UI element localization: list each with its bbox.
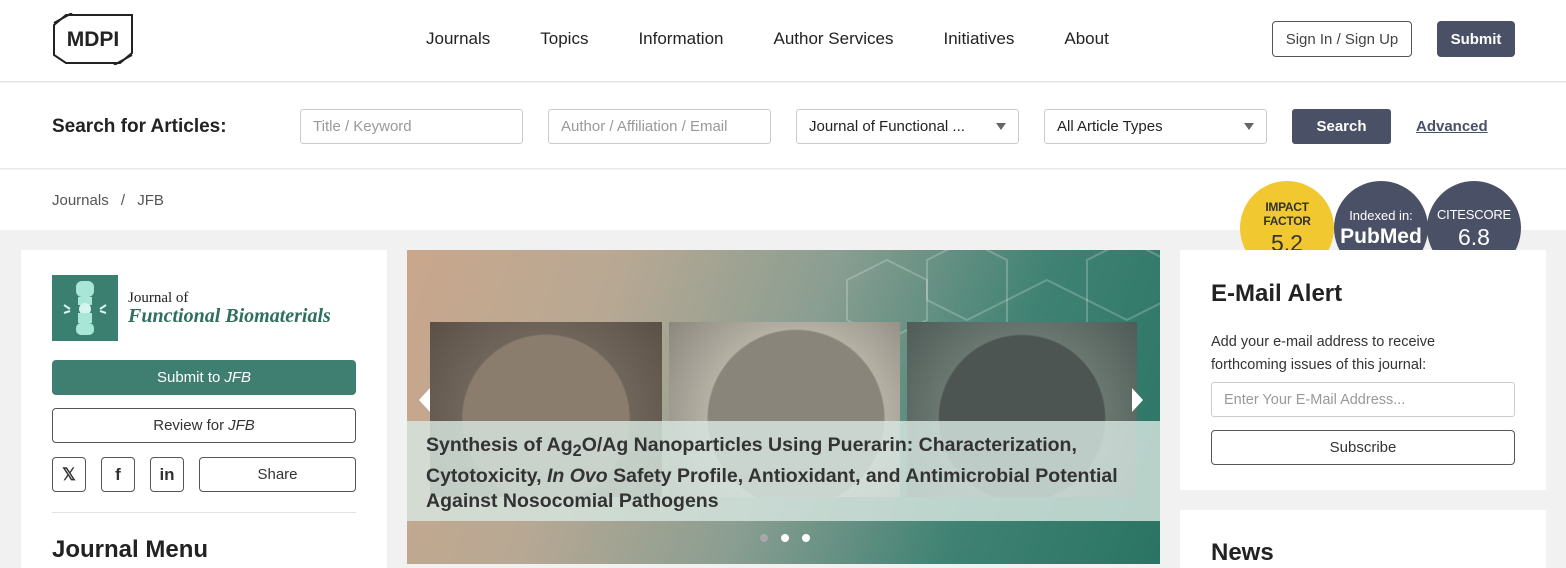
- review-for-jfb-button[interactable]: Review for JFB: [52, 408, 356, 443]
- submit-button[interactable]: Submit: [1437, 21, 1515, 57]
- impact-label-line1: IMPACT: [1265, 200, 1309, 214]
- indexed-value: PubMed: [1340, 224, 1422, 248]
- email-alert-title: E-Mail Alert: [1211, 280, 1343, 307]
- search-button[interactable]: Search: [1292, 109, 1391, 144]
- sign-in-button[interactable]: Sign In / Sign Up: [1272, 21, 1412, 57]
- nav-author-services[interactable]: Author Services: [774, 29, 894, 49]
- breadcrumb-journals[interactable]: Journals: [52, 192, 109, 209]
- linkedin-share-button[interactable]: in: [150, 457, 184, 492]
- review-for-label: Review for: [153, 417, 225, 434]
- news-title: News: [1211, 539, 1274, 566]
- carousel-dot[interactable]: [781, 534, 789, 542]
- nav-initiatives[interactable]: Initiatives: [944, 29, 1015, 49]
- carousel-dot[interactable]: [802, 534, 810, 542]
- breadcrumb-jfb[interactable]: JFB: [137, 192, 164, 209]
- slide-title: Synthesis of Ag2O/Ag Nanoparticles Using…: [426, 434, 1118, 512]
- x-icon: 𝕏: [62, 464, 76, 484]
- journal-abbr: JFB: [224, 369, 252, 386]
- email-input[interactable]: Enter Your E-Mail Address...: [1211, 382, 1515, 417]
- nav-topics[interactable]: Topics: [540, 29, 588, 49]
- subscribe-button[interactable]: Subscribe: [1211, 430, 1515, 465]
- search-label: Search for Articles:: [52, 116, 227, 137]
- citescore-label: CITESCORE: [1436, 206, 1512, 222]
- article-type-value: All Article Types: [1057, 118, 1163, 135]
- carousel-next-arrow-icon[interactable]: [1132, 388, 1143, 412]
- indexed-label: Indexed in:: [1349, 207, 1413, 223]
- breadcrumb-separator: /: [120, 192, 126, 209]
- logo-text: MDPI: [67, 28, 120, 51]
- news-panel: News: [1180, 510, 1546, 568]
- journal-logo[interactable]: Journal of Functional Biomaterials: [52, 275, 342, 341]
- chevron-down-icon: [1244, 123, 1254, 130]
- sidebar-divider: [52, 512, 356, 513]
- mdpi-logo[interactable]: MDPI: [52, 13, 134, 65]
- search-bar: Search for Articles: Title / Keyword Aut…: [0, 83, 1566, 169]
- email-alert-text: Add your e-mail address to receive forth…: [1211, 334, 1436, 373]
- journal-menu-title: Journal Menu: [52, 536, 209, 563]
- journal-abbr: JFB: [228, 417, 255, 434]
- featured-carousel[interactable]: Synthesis of Ag2O/Ag Nanoparticles Using…: [407, 250, 1160, 564]
- journal-sidebar: Journal of Functional Biomaterials Submi…: [21, 250, 387, 568]
- top-header: MDPI Journals Topics Information Author …: [0, 0, 1566, 82]
- email-alert-panel: E-Mail Alert Add your e-mail address to …: [1180, 250, 1546, 490]
- nav-information[interactable]: Information: [638, 29, 723, 49]
- submit-to-jfb-button[interactable]: Submit to JFB: [52, 360, 356, 395]
- main-nav: Journals Topics Information Author Servi…: [426, 29, 1159, 49]
- journal-name: Functional Biomaterials: [128, 305, 331, 327]
- impact-label-line2: FACTOR: [1263, 214, 1311, 228]
- linkedin-icon: in: [159, 464, 175, 484]
- facebook-icon: f: [115, 464, 121, 484]
- nav-journals[interactable]: Journals: [426, 29, 490, 49]
- journal-select[interactable]: Journal of Functional ...: [796, 109, 1019, 144]
- nav-about[interactable]: About: [1064, 29, 1108, 49]
- journal-logo-mark: [52, 275, 118, 341]
- carousel-prev-arrow-icon[interactable]: [419, 388, 430, 412]
- author-affiliation-input[interactable]: Author / Affiliation / Email: [548, 109, 771, 144]
- facebook-share-button[interactable]: f: [101, 457, 135, 492]
- chevron-down-icon: [996, 123, 1006, 130]
- title-keyword-input[interactable]: Title / Keyword: [300, 109, 523, 144]
- slide-caption[interactable]: Synthesis of Ag2O/Ag Nanoparticles Using…: [407, 421, 1160, 521]
- breadcrumb: Journals / JFB: [52, 192, 172, 209]
- x-share-button[interactable]: 𝕏: [52, 457, 86, 492]
- carousel-dot[interactable]: [760, 534, 768, 542]
- advanced-search-link[interactable]: Advanced: [1416, 118, 1488, 135]
- citescore-value: 6.8: [1458, 223, 1490, 250]
- submit-to-label: Submit to: [156, 369, 221, 386]
- article-type-select[interactable]: All Article Types: [1044, 109, 1267, 144]
- carousel-dots: [760, 534, 810, 542]
- journal-select-value: Journal of Functional ...: [809, 118, 965, 135]
- share-button[interactable]: Share: [199, 457, 356, 492]
